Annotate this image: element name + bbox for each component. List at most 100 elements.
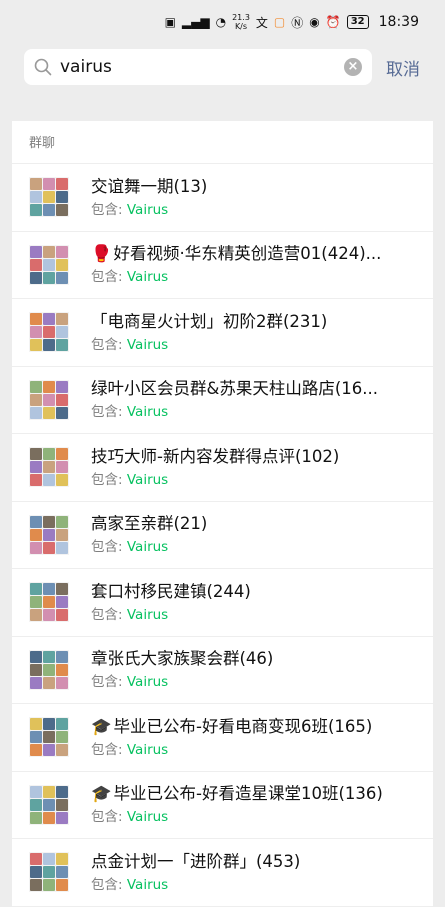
- matched-member: Vairus: [126, 809, 169, 826]
- match-prefix: 包含:: [91, 539, 123, 556]
- search-input[interactable]: vairus: [60, 57, 344, 77]
- matched-member: Vairus: [126, 336, 169, 353]
- clock: 18:39: [378, 14, 419, 30]
- status-bar: ▣ ▂▄▆ ◔ 21.3 K/s 文 ▢ Ⓝ ◉ ⏰ 32 18:39: [0, 0, 445, 44]
- match-prefix: 包含:: [91, 269, 123, 286]
- group-title: 技巧大师-新内容发群得点评(102): [91, 446, 415, 468]
- matched-member: Vairus: [126, 471, 169, 488]
- group-match-line: 包含: Vairus: [91, 741, 415, 759]
- group-avatar: [29, 312, 69, 353]
- group-row[interactable]: 点金计划一「进阶群」(453) 包含: Vairus: [12, 839, 433, 907]
- matched-member: Vairus: [126, 269, 169, 286]
- match-prefix: 包含:: [91, 336, 123, 353]
- match-prefix: 包含:: [91, 876, 123, 893]
- matched-member: Vairus: [126, 674, 169, 691]
- group-text: 套口村移民建镇(244) 包含: Vairus: [91, 581, 433, 624]
- group-title: 套口村移民建镇(244): [91, 581, 415, 603]
- group-title-emoji: 🎓: [91, 716, 112, 736]
- group-name: 毕业已公布-好看电商变现6班(165): [113, 716, 373, 736]
- group-row[interactable]: 绿叶小区会员群&苏果天柱山路店(16... 包含: Vairus: [12, 367, 433, 434]
- group-row[interactable]: 🎓 毕业已公布-好看电商变现6班(165) 包含: Vairus: [12, 704, 433, 772]
- group-name: 毕业已公布-好看造星课堂10班(136): [113, 784, 383, 804]
- results-panel: 群聊 交谊舞一期(13) 包含: Vairus 🥊 好看视频·华东精英创造营01(42…: [12, 121, 433, 907]
- group-title: 交谊舞一期(13): [91, 176, 415, 198]
- group-title-emoji: 🥊: [91, 244, 112, 264]
- group-name: 技巧大师-新内容发群得点评(102): [91, 446, 340, 466]
- group-text: 「电商星火计划」初阶2群(231) 包含: Vairus: [91, 311, 433, 354]
- matched-member: Vairus: [126, 876, 169, 893]
- group-name: 交谊舞一期(13): [91, 176, 208, 196]
- group-title: 点金计划一「进阶群」(453): [91, 851, 415, 873]
- alarm-icon: ⏰: [325, 15, 341, 29]
- group-avatar: [29, 582, 69, 623]
- group-row[interactable]: 章张氏大家族聚会群(46) 包含: Vairus: [12, 637, 433, 704]
- wifi-icon: ◔: [215, 15, 227, 29]
- network-speed-unit: K/s: [234, 22, 248, 31]
- group-match-line: 包含: Vairus: [91, 538, 415, 556]
- group-avatar: [29, 177, 69, 218]
- search-row: vairus × 取消: [24, 49, 432, 85]
- match-prefix: 包含:: [91, 674, 123, 691]
- group-text: 交谊舞一期(13) 包含: Vairus: [91, 176, 433, 219]
- group-title: 🎓 毕业已公布-好看电商变现6班(165): [91, 716, 415, 738]
- group-match-line: 包含: Vairus: [91, 808, 415, 826]
- cancel-button[interactable]: 取消: [386, 55, 420, 80]
- group-text: 绿叶小区会员群&苏果天柱山路店(16... 包含: Vairus: [91, 378, 433, 421]
- group-text: 技巧大师-新内容发群得点评(102) 包含: Vairus: [91, 446, 433, 489]
- group-list: 交谊舞一期(13) 包含: Vairus 🥊 好看视频·华东精英创造营01(424).…: [12, 164, 433, 907]
- clear-icon[interactable]: ×: [344, 58, 362, 76]
- matched-member: Vairus: [126, 741, 169, 758]
- group-name: 高家至亲群(21): [91, 514, 208, 534]
- matched-member: Vairus: [126, 404, 169, 421]
- section-label: 群聊: [12, 121, 433, 164]
- group-match-line: 包含: Vairus: [91, 876, 415, 894]
- match-prefix: 包含:: [91, 606, 123, 623]
- group-avatar: [29, 244, 69, 285]
- group-match-line: 包含: Vairus: [91, 336, 415, 354]
- group-name: 套口村移民建镇(244): [91, 581, 251, 601]
- message-notification-icon: ▢: [273, 15, 286, 29]
- group-name: 章张氏大家族聚会群(46): [91, 649, 274, 669]
- group-text: 高家至亲群(21) 包含: Vairus: [91, 513, 433, 556]
- group-row[interactable]: 交谊舞一期(13) 包含: Vairus: [12, 164, 433, 232]
- group-match-line: 包含: Vairus: [91, 471, 415, 489]
- nfc-icon: Ⓝ: [291, 15, 304, 30]
- group-row[interactable]: 🥊 好看视频·华东精英创造营01(424)... 包含: Vairus: [12, 232, 433, 299]
- group-title-emoji: 🎓: [91, 784, 112, 804]
- group-text: 🎓 毕业已公布-好看造星课堂10班(136) 包含: Vairus: [91, 783, 433, 826]
- group-row[interactable]: 套口村移民建镇(244) 包含: Vairus: [12, 569, 433, 637]
- group-avatar: [29, 784, 69, 825]
- group-avatar: [29, 379, 69, 420]
- signal-icon: ▂▄▆: [181, 15, 210, 29]
- group-avatar: [29, 447, 69, 488]
- group-text: 🥊 好看视频·华东精英创造营01(424)... 包含: Vairus: [91, 243, 433, 286]
- group-row[interactable]: 「电商星火计划」初阶2群(231) 包含: Vairus: [12, 299, 433, 367]
- group-text: 章张氏大家族聚会群(46) 包含: Vairus: [91, 648, 433, 691]
- eye-comfort-icon: ◉: [309, 15, 320, 29]
- network-speed-value: 21.3: [232, 13, 250, 22]
- search-box[interactable]: vairus ×: [24, 49, 372, 85]
- group-name: 点金计划一「进阶群」(453): [91, 851, 301, 871]
- group-name: 绿叶小区会员群&苏果天柱山路店(16...: [91, 379, 379, 399]
- group-row[interactable]: 高家至亲群(21) 包含: Vairus: [12, 502, 433, 569]
- matched-member: Vairus: [126, 201, 169, 218]
- network-speed: 21.3 K/s: [232, 13, 250, 31]
- group-title: 「电商星火计划」初阶2群(231): [91, 311, 415, 333]
- group-avatar: [29, 717, 69, 758]
- group-row[interactable]: 技巧大师-新内容发群得点评(102) 包含: Vairus: [12, 434, 433, 502]
- group-match-line: 包含: Vairus: [91, 673, 415, 691]
- search-icon: [34, 58, 52, 76]
- hd-icon: ▣: [164, 15, 176, 29]
- match-prefix: 包含:: [91, 741, 123, 758]
- match-prefix: 包含:: [91, 404, 123, 421]
- group-name: 「电商星火计划」初阶2群(231): [91, 311, 328, 331]
- match-prefix: 包含:: [91, 201, 123, 218]
- group-avatar: [29, 852, 69, 893]
- group-match-line: 包含: Vairus: [91, 201, 415, 219]
- group-avatar: [29, 514, 69, 555]
- group-row[interactable]: 🎓 毕业已公布-好看造星课堂10班(136) 包含: Vairus: [12, 772, 433, 839]
- group-match-line: 包含: Vairus: [91, 268, 415, 286]
- group-title: 🎓 毕业已公布-好看造星课堂10班(136): [91, 783, 415, 805]
- group-text: 🎓 毕业已公布-好看电商变现6班(165) 包含: Vairus: [91, 716, 433, 759]
- match-prefix: 包含:: [91, 471, 123, 488]
